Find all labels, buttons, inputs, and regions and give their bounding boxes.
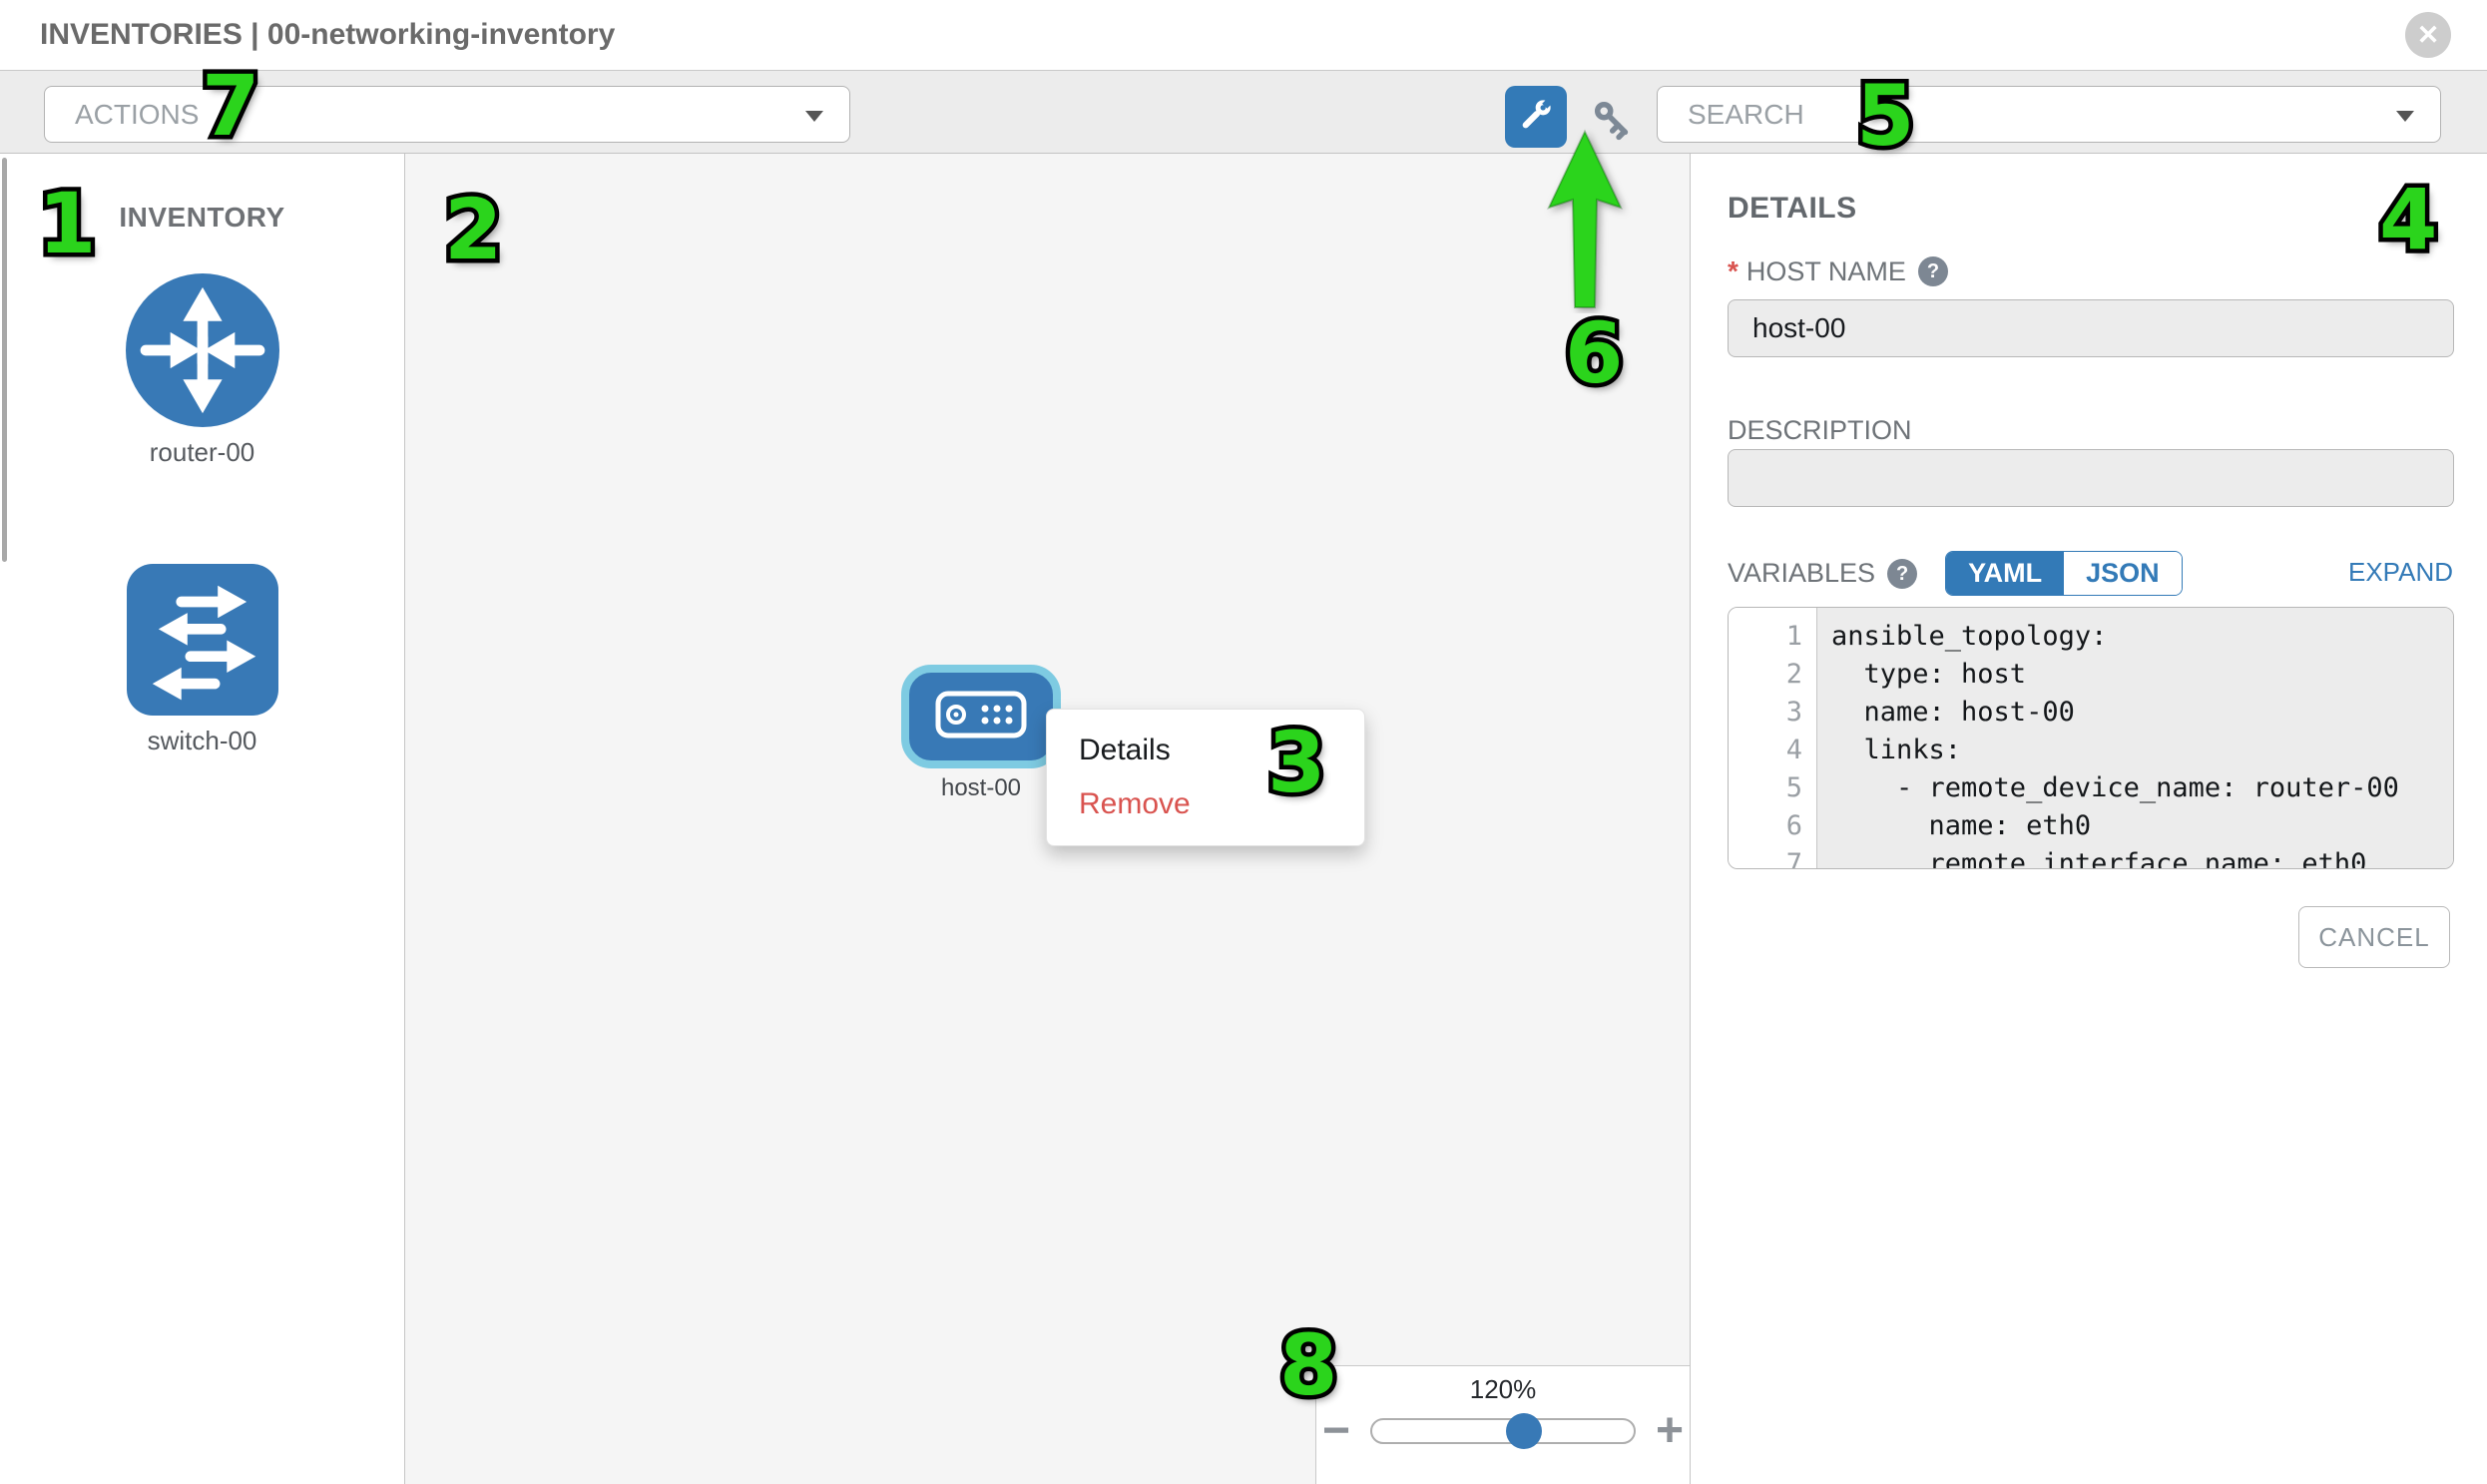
zoom-percent: 120% (1316, 1374, 1690, 1405)
line-number: 7 (1729, 845, 1816, 869)
description-label-row: DESCRIPTION (1728, 415, 1912, 446)
sidebar-item-switch[interactable]: switch-00 (0, 564, 404, 756)
annotation-8: 8 (1279, 1323, 1337, 1407)
annotation-4: 4 (2379, 178, 2437, 261)
variables-row: VARIABLES ? YAML JSON (1728, 551, 2183, 596)
toggle-json[interactable]: JSON (2064, 552, 2182, 595)
help-icon[interactable]: ? (1887, 559, 1917, 589)
code-line: name: host-00 (1831, 694, 2453, 732)
line-number: 1 (1729, 618, 1816, 656)
code-line: links: (1831, 732, 2453, 769)
host-node[interactable] (901, 665, 1061, 768)
search-dropdown[interactable]: SEARCH (1657, 86, 2441, 143)
inventory-sidebar: INVENTORY router-00 (0, 154, 405, 1484)
line-number: 5 (1729, 769, 1816, 807)
editor-gutter: 1 2 3 4 5 6 7 (1729, 608, 1816, 868)
sidebar-scrollbar[interactable] (2, 158, 7, 562)
cancel-button[interactable]: CANCEL (2298, 906, 2450, 968)
annotation-3: 3 (1267, 721, 1325, 804)
zoom-in-button[interactable]: + (1656, 1407, 1684, 1455)
annotation-5: 5 (1856, 74, 1914, 158)
help-icon[interactable]: ? (1918, 256, 1948, 286)
switch-label: switch-00 (0, 726, 404, 756)
close-icon[interactable]: ✕ (2405, 12, 2451, 58)
editor-code[interactable]: ansible_topology: type: host name: host-… (1816, 608, 2453, 868)
zoom-out-button[interactable]: − (1322, 1407, 1350, 1455)
topology-canvas[interactable]: host-00 Details Remove 120% − + (405, 154, 1690, 1484)
zoom-control: 120% − + (1315, 1365, 1690, 1484)
search-dropdown-label: SEARCH (1688, 99, 1804, 131)
description-field[interactable] (1728, 449, 2454, 507)
page-title: INVENTORIES | 00-networking-inventory (40, 18, 615, 52)
host-icon (935, 691, 1027, 743)
description-label: DESCRIPTION (1728, 415, 1912, 446)
router-label: router-00 (0, 437, 404, 468)
annotation-7: 7 (202, 64, 259, 148)
expand-link[interactable]: EXPAND (2348, 557, 2453, 588)
line-number: 2 (1729, 656, 1816, 694)
code-line: ansible_topology: (1831, 618, 2453, 656)
annotation-2: 2 (444, 188, 502, 271)
code-line: type: host (1831, 656, 2453, 694)
variables-editor[interactable]: 1 2 3 4 5 6 7 ansible_topology: type: ho… (1728, 607, 2454, 869)
line-number: 4 (1729, 732, 1816, 769)
code-line: name: eth0 (1831, 807, 2453, 845)
annotation-6: 6 (1565, 311, 1623, 395)
required-asterisk: * (1728, 255, 1739, 287)
chevron-down-icon (805, 111, 823, 122)
actions-dropdown[interactable]: ACTIONS (44, 86, 850, 143)
zoom-slider[interactable] (1370, 1418, 1636, 1444)
header: INVENTORIES | 00-networking-inventory ✕ (0, 0, 2487, 70)
code-line: - remote_device_name: router-00 (1831, 769, 2453, 807)
host-name-label-row: * HOST NAME ? (1728, 255, 1948, 287)
toggle-yaml[interactable]: YAML (1946, 552, 2064, 595)
details-panel: DETAILS * HOST NAME ? DESCRIPTION VARIAB… (1690, 154, 2487, 1484)
host-name-field[interactable] (1728, 299, 2454, 357)
router-icon[interactable] (126, 273, 279, 427)
annotation-1: 1 (38, 182, 96, 265)
switch-icon[interactable] (127, 564, 278, 716)
sidebar-item-router[interactable]: router-00 (0, 273, 404, 468)
line-number: 6 (1729, 807, 1816, 845)
annotation-arrow-icon (1543, 128, 1635, 318)
chevron-down-icon (2396, 111, 2414, 122)
details-title: DETAILS (1728, 192, 1857, 226)
zoom-slider-handle[interactable] (1506, 1413, 1542, 1449)
inventory-topology-page: INVENTORIES | 00-networking-inventory ✕ … (0, 0, 2487, 1484)
actions-dropdown-label: ACTIONS (75, 99, 199, 131)
toolbar: ACTIONS (0, 70, 2487, 154)
variables-format-toggle: YAML JSON (1945, 551, 2183, 596)
host-node-label: host-00 (901, 774, 1061, 802)
variables-label: VARIABLES (1728, 558, 1875, 589)
line-number: 3 (1729, 694, 1816, 732)
code-line: remote_interface_name: eth0 (1831, 845, 2453, 869)
host-name-label: HOST NAME (1746, 256, 1906, 287)
